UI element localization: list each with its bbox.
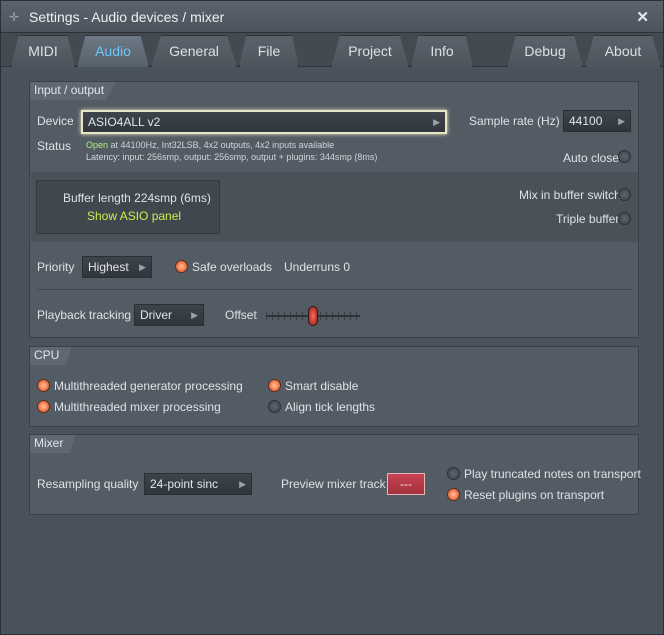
status-details: at 44100Hz, Int32LSB, 4x2 outputs, 4x2 i… [108,140,335,150]
status-open: Open [86,140,109,150]
move-icon[interactable]: ✛ [9,11,21,23]
tab-midi[interactable]: MIDI [11,35,75,67]
tab-audio[interactable]: Audio [77,35,149,67]
mixer-panel: Mixer Resampling quality 24-point sinc ▶… [29,434,641,515]
smart-disable-radio[interactable] [268,379,281,392]
triangle-right-icon: ▶ [139,262,146,272]
safe-overloads-label: Safe overloads [192,260,273,274]
priority-value: Highest [88,260,129,274]
device-dropdown[interactable]: ASIO4ALL v2 ▶ [81,110,447,134]
tab-info[interactable]: Info [411,35,473,67]
input-output-panel: Input / output Device ASIO4ALL v2 ▶ Samp… [29,81,639,338]
cpu-panel: CPU Multithreaded generator processing M… [29,346,639,427]
triangle-right-icon: ▶ [239,479,246,489]
align-tick-label: Align tick lengths [285,400,376,414]
mt-generator-radio[interactable] [37,379,50,392]
tab-about[interactable]: About [585,35,661,67]
priority-label: Priority [37,260,75,274]
align-tick-radio[interactable] [268,400,281,413]
tab-general[interactable]: General [151,35,237,67]
resampling-dropdown[interactable]: 24-point sinc ▶ [144,473,252,495]
buffer-box[interactable]: Buffer length 224smp (6ms) Show ASIO pan… [36,180,220,234]
triangle-right-icon: ▶ [618,116,625,126]
triangle-right-icon: ▶ [191,310,198,320]
play-truncated-radio[interactable] [447,467,460,480]
status-label: Status [37,139,72,153]
smart-disable-label: Smart disable [285,379,359,393]
playback-tracking-label: Playback tracking [37,308,132,322]
reset-plugins-label: Reset plugins on transport [464,488,605,502]
tab-project[interactable]: Project [331,35,409,67]
priority-dropdown[interactable]: Highest ▶ [82,256,152,278]
triple-buffer-label: Triple buffer [556,212,620,226]
mix-in-buffer-radio[interactable] [618,188,631,201]
triangle-right-icon: ▶ [433,117,440,127]
status-line-1: Open at 44100Hz, Int32LSB, 4x2 outputs, … [86,140,334,150]
underruns-label: Underruns 0 [284,260,351,274]
offset-slider-knob[interactable] [308,306,318,326]
play-truncated-label: Play truncated notes on transport [464,467,641,481]
auto-close-label: Auto close [563,151,620,165]
settings-window: ✛ Settings - Audio devices / mixer ✕ MID… [0,0,664,635]
show-asio-panel-link[interactable]: Show ASIO panel [87,209,181,223]
preview-mixer-label: Preview mixer track [281,477,386,491]
window-title: Settings - Audio devices / mixer [29,9,225,25]
sample-rate-label: Sample rate (Hz) [469,114,560,128]
input-output-label: Input / output [30,82,117,100]
title-bar[interactable]: ✛ Settings - Audio devices / mixer ✕ [1,1,663,33]
preview-mixer-button[interactable]: --- [387,473,425,495]
tab-debug[interactable]: Debug [507,35,583,67]
mt-generator-label: Multithreaded generator processing [54,379,243,393]
auto-close-radio[interactable] [618,150,631,163]
playback-tracking-dropdown[interactable]: Driver ▶ [134,304,204,326]
mt-mixer-radio[interactable] [37,400,50,413]
safe-overloads-radio[interactable] [175,260,188,273]
close-icon[interactable]: ✕ [636,8,649,26]
resampling-label: Resampling quality [37,477,139,491]
offset-label: Offset [225,308,257,322]
cpu-label: CPU [30,347,72,365]
playback-tracking-value: Driver [140,308,172,322]
device-value: ASIO4ALL v2 [88,115,161,129]
reset-plugins-radio[interactable] [447,488,460,501]
device-label: Device [37,114,74,128]
buffer-length-text: Buffer length 224smp (6ms) [63,191,211,205]
mixer-label: Mixer [30,435,76,453]
tab-strip: MIDI Audio General File Project Info Deb… [1,33,663,67]
sample-rate-value: 44100 [569,114,603,128]
mix-in-buffer-label: Mix in buffer switch [519,188,621,202]
sample-rate-dropdown[interactable]: 44100 ▶ [563,110,631,132]
resampling-value: 24-point sinc [150,477,219,491]
mt-mixer-label: Multithreaded mixer processing [54,400,221,414]
tab-file[interactable]: File [239,35,299,67]
status-line-2: Latency: input: 256smp, output: 256smp, … [86,152,378,162]
triple-buffer-radio[interactable] [618,212,631,225]
divider [37,289,633,290]
